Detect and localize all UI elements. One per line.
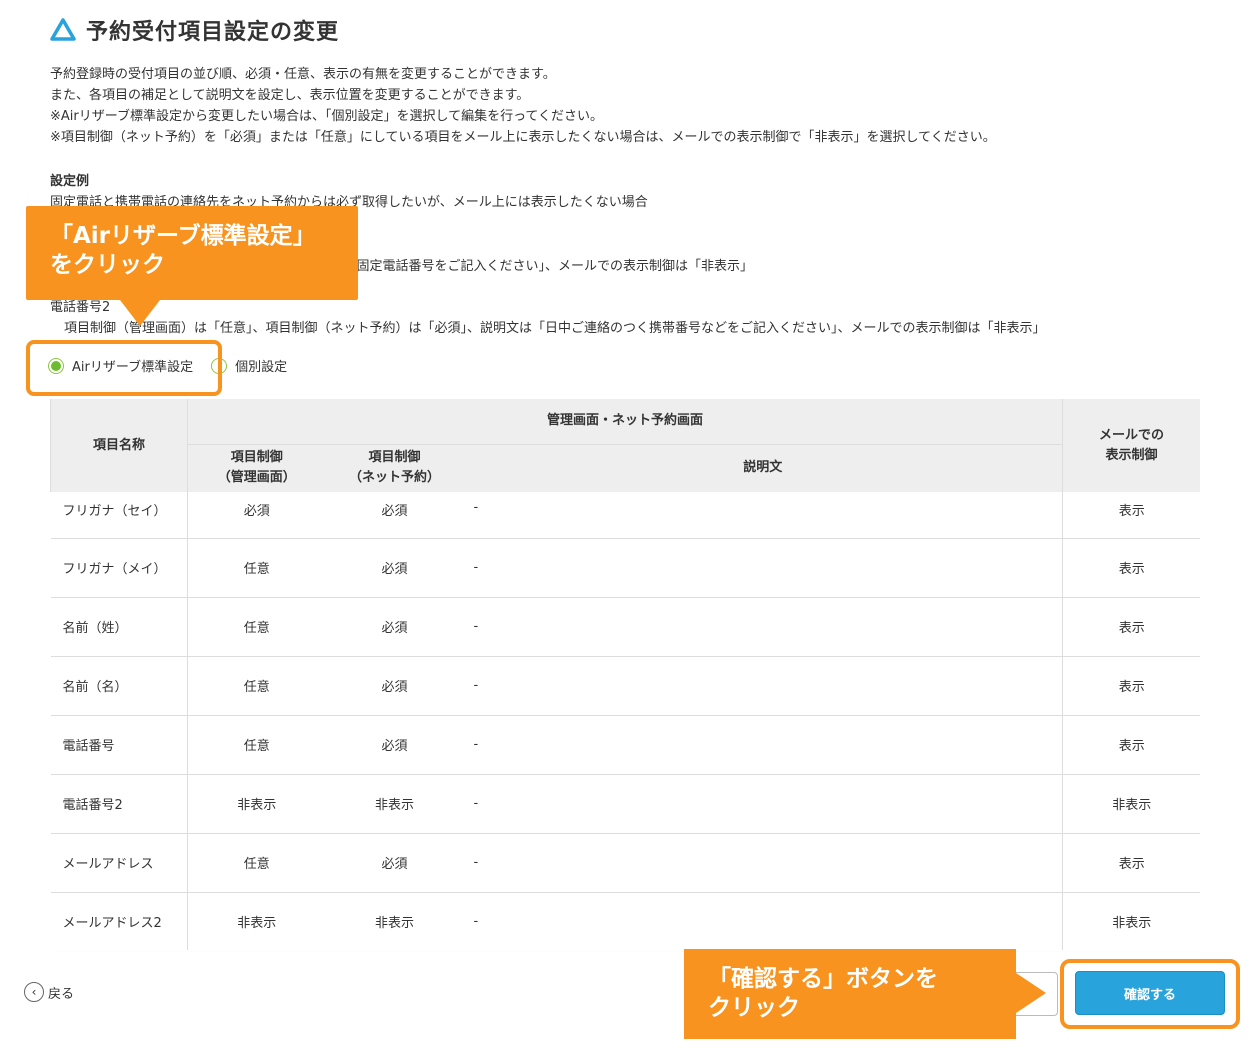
- radio-label: 個別設定: [235, 360, 288, 375]
- table-row: メールアドレス 任意 必須 - 表示: [50, 833, 1200, 893]
- back-link[interactable]: ‹ 戻る: [24, 982, 74, 1002]
- row-net-control: 必須: [325, 597, 464, 657]
- row-net-control: 必須: [325, 715, 464, 775]
- description-line: また、各項目の補足として説明文を設定し、表示位置を変更することができます。: [50, 88, 530, 103]
- row-admin-control: 非表示: [187, 774, 326, 834]
- page-header: 予約受付項目設定の変更: [50, 14, 339, 46]
- table-row: 名前（姓） 任意 必須 - 表示: [50, 597, 1200, 657]
- row-admin-control: 任意: [187, 656, 326, 716]
- row-description: -: [463, 715, 1064, 775]
- radio-custom-setting[interactable]: 個別設定: [211, 356, 287, 375]
- example-line: 項目制御（管理画面）は「任意」、項目制御（ネット予約）は「必須」、説明文は「日中…: [64, 321, 1046, 336]
- row-description: -: [463, 597, 1064, 657]
- column-header-admin: 項目制御 （管理画面）: [187, 444, 326, 492]
- highlight-frame: [1060, 959, 1240, 1029]
- callout-radio-hint: 「Airリザーブ標準設定」 をクリック: [26, 206, 358, 326]
- row-admin-control: 任意: [187, 715, 326, 775]
- row-name: フリガナ（メイ）: [50, 538, 188, 598]
- row-name: 名前（姓）: [50, 597, 188, 657]
- example-heading: 設定例: [50, 174, 90, 189]
- row-mail-control: 表示: [1062, 833, 1200, 893]
- column-header-group: 管理画面・ネット予約画面: [186, 399, 1064, 445]
- row-name: メールアドレス: [50, 833, 188, 893]
- column-header-mail: メールでの 表示制御: [1062, 399, 1200, 492]
- row-net-control: 非表示: [325, 892, 464, 952]
- row-mail-control: 表示: [1062, 492, 1200, 539]
- table-row: 電話番号 任意 必須 - 表示: [50, 715, 1200, 775]
- table-row: 電話番号2 非表示 非表示 - 非表示: [50, 774, 1200, 834]
- row-name: 名前（名）: [50, 656, 188, 716]
- row-mail-control: 表示: [1062, 715, 1200, 775]
- row-name: 電話番号2: [50, 774, 188, 834]
- table-row: メールアドレス2 非表示 非表示 - 非表示: [50, 892, 1200, 952]
- chevron-left-icon: ‹: [24, 982, 44, 1002]
- column-header-name: 項目名称: [50, 399, 188, 492]
- description: 予約登録時の受付項目の並び順、必須・任意、表示の有無を変更することができます。 …: [50, 64, 996, 148]
- page-title: 予約受付項目設定の変更: [86, 20, 340, 45]
- row-description: -: [463, 892, 1064, 952]
- back-label: 戻る: [48, 986, 75, 1002]
- row-name: フリガナ（セイ）: [50, 492, 188, 539]
- table-row: フリガナ（メイ） 任意 必須 - 表示: [50, 538, 1200, 598]
- row-mail-control: 表示: [1062, 538, 1200, 598]
- description-line: ※Airリザーブ標準設定から変更したい場合は、「個別設定」を選択して編集を行って…: [50, 109, 604, 124]
- row-net-control: 必須: [325, 538, 464, 598]
- row-admin-control: 任意: [187, 833, 326, 893]
- row-net-control: 非表示: [325, 774, 464, 834]
- row-name: 電話番号: [50, 715, 188, 775]
- row-net-control: 必須: [325, 656, 464, 716]
- table-row: フリガナ（セイ） 必須 必須 - 表示: [50, 492, 1200, 539]
- table-row: 名前（名） 任意 必須 - 表示: [50, 656, 1200, 716]
- row-mail-control: 非表示: [1062, 892, 1200, 952]
- row-net-control: 必須: [325, 492, 464, 539]
- fields-table: 項目名称 管理画面・ネット予約画面 メールでの 表示制御 項目制御 （管理画面）…: [50, 399, 1200, 955]
- row-admin-control: 非表示: [187, 892, 326, 952]
- row-mail-control: 非表示: [1062, 774, 1200, 834]
- column-header-desc: 説明文: [463, 444, 1064, 492]
- row-description: -: [463, 833, 1064, 893]
- column-header-net: 項目制御 （ネット予約）: [325, 444, 464, 492]
- row-admin-control: 必須: [187, 492, 326, 539]
- row-description: -: [463, 774, 1064, 834]
- triangle-logo-icon: [50, 18, 76, 41]
- description-line: ※項目制御（ネット予約）を「必須」または「任意」にしている項目をメール上に表示し…: [50, 130, 996, 145]
- row-description: -: [463, 492, 1064, 539]
- row-description: -: [463, 538, 1064, 598]
- row-net-control: 必須: [325, 833, 464, 893]
- highlight-frame: [26, 340, 222, 396]
- row-name: メールアドレス2: [50, 892, 188, 952]
- row-description: -: [463, 656, 1064, 716]
- row-mail-control: 表示: [1062, 656, 1200, 716]
- row-admin-control: 任意: [187, 538, 326, 598]
- row-admin-control: 任意: [187, 597, 326, 657]
- callout-confirm-hint: 「確認する」ボタンを クリック: [684, 949, 1046, 1039]
- description-line: 予約登録時の受付項目の並び順、必須・任意、表示の有無を変更することができます。: [50, 67, 556, 82]
- row-mail-control: 表示: [1062, 597, 1200, 657]
